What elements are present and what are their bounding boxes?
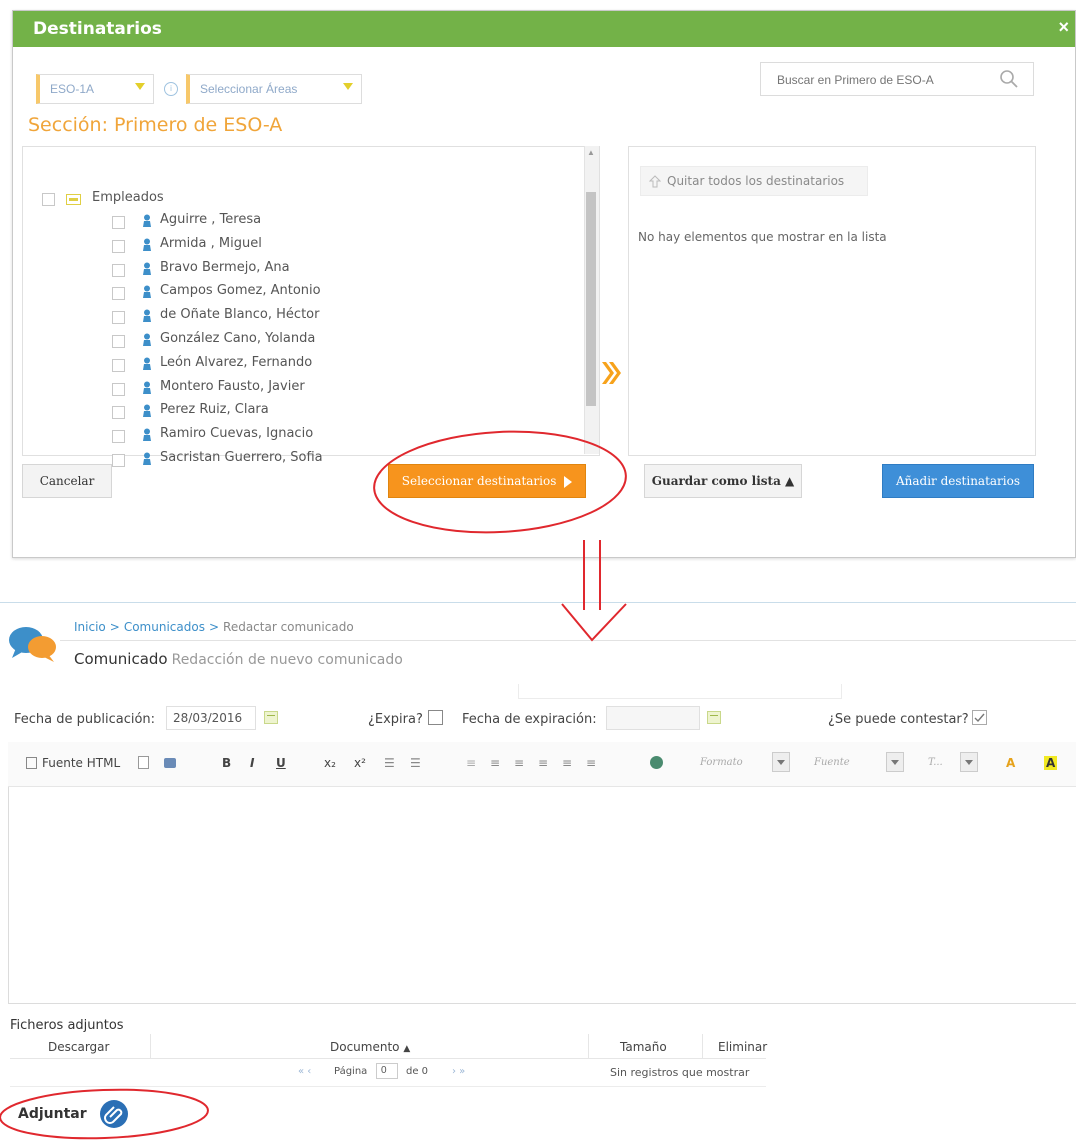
annotation-arrow-head	[561, 603, 627, 642]
annotation-overlay	[0, 430, 627, 1140]
annotation-ellipse-attach	[0, 1088, 209, 1140]
annotation-ellipse-select	[373, 430, 627, 534]
